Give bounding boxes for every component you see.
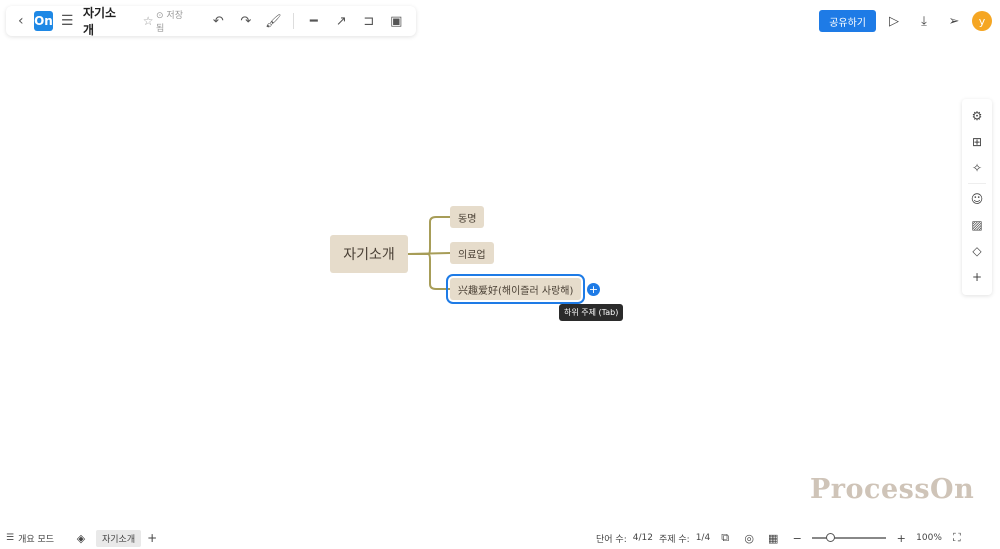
present-icon[interactable]: ▷ xyxy=(882,10,906,32)
zoom-level: 100% xyxy=(916,533,942,543)
menu-icon[interactable]: ☰ xyxy=(57,10,77,32)
watermark-logo: ProcessOn xyxy=(810,474,975,505)
word-count-label: 단어 수: xyxy=(596,534,627,545)
outline-mode[interactable]: ☰ 개요 모드 xyxy=(6,527,54,549)
bottom-bar: ☰ 개요 모드 ◈ 자기소개 + 단어 수: 4/12 주제 수: 1/4 ⧉ … xyxy=(0,527,1000,549)
avatar[interactable]: y xyxy=(972,11,992,31)
summary-icon[interactable]: ⊐ xyxy=(355,10,382,32)
relation-arrow-icon[interactable]: ↗ xyxy=(328,10,355,32)
toolbar-divider xyxy=(293,13,295,29)
zoom-slider[interactable] xyxy=(812,533,887,542)
zoom-slider-thumb[interactable] xyxy=(826,533,836,542)
download-icon[interactable]: ⤓ xyxy=(912,10,936,32)
subtopic-2[interactable]: 의료업 xyxy=(450,242,494,264)
mindmap-canvas[interactable]: 자기소개 동명 의료업 兴趣爱好(해이즐러 사랑해) + 하위 주제 (Tab)… xyxy=(0,40,1000,525)
connector-style-icon[interactable]: ━ xyxy=(300,10,327,32)
top-toolbar: ‹ On ☰ 자기소개 ☆ ⊙ 저장됨 ↶ ↷ 🖌 ━ ↗ ⊐ ▣ xyxy=(6,6,416,37)
back-icon[interactable]: ‹ xyxy=(12,10,30,32)
format-painter-icon[interactable]: 🖌 xyxy=(260,10,287,32)
document-title[interactable]: 자기소개 xyxy=(83,6,126,37)
fullscreen-icon[interactable]: ⛶ xyxy=(948,531,966,545)
word-count-value: 4/12 xyxy=(632,533,653,543)
outline-label: 개요 모드 xyxy=(18,534,55,545)
map-view-icon[interactable]: ▦ xyxy=(764,532,782,545)
undo-icon[interactable]: ↶ xyxy=(205,10,232,32)
outline-icon: ☰ xyxy=(6,533,15,543)
zoom-out-icon[interactable]: − xyxy=(788,532,806,545)
boundary-icon[interactable]: ▣ xyxy=(383,10,410,32)
topic-count-value: 1/4 xyxy=(695,533,711,543)
layers-icon[interactable]: ◈ xyxy=(72,532,90,545)
saved-status: ⊙ 저장됨 xyxy=(156,11,183,34)
zoom-in-icon[interactable]: + xyxy=(892,532,910,545)
add-subtopic-tooltip: 하위 주제 (Tab) xyxy=(559,304,624,321)
add-subtopic-icon[interactable]: + xyxy=(587,283,600,296)
send-icon[interactable]: ➢ xyxy=(942,10,966,32)
top-actions: 공유하기 ▷ ⤓ ➢ y xyxy=(819,6,992,36)
connector-3 xyxy=(408,253,450,290)
subtopic-1[interactable]: 동명 xyxy=(450,206,485,228)
add-sheet-icon[interactable]: + xyxy=(147,531,157,545)
sheet-tab[interactable]: 자기소개 xyxy=(96,529,142,547)
subtopic-3-selected[interactable]: 兴趣爱好(해이즐러 사랑해) xyxy=(445,274,586,304)
sheet-area: ◈ 자기소개 + xyxy=(72,527,157,549)
star-icon[interactable]: ☆ xyxy=(140,10,156,32)
share-button[interactable]: 공유하기 xyxy=(819,10,876,32)
fit-icon[interactable]: ⧉ xyxy=(716,531,734,545)
redo-icon[interactable]: ↷ xyxy=(232,10,259,32)
status-area: 단어 수: 4/12 주제 수: 1/4 ⧉ ◎ ▦ − + 100% ⛶ xyxy=(596,527,966,549)
app-logo[interactable]: On xyxy=(33,11,54,31)
connector-1 xyxy=(408,216,450,255)
root-topic[interactable]: 자기소개 xyxy=(330,235,408,273)
locate-icon[interactable]: ◎ xyxy=(740,532,758,545)
topic-count-label: 주제 수: xyxy=(658,534,690,545)
